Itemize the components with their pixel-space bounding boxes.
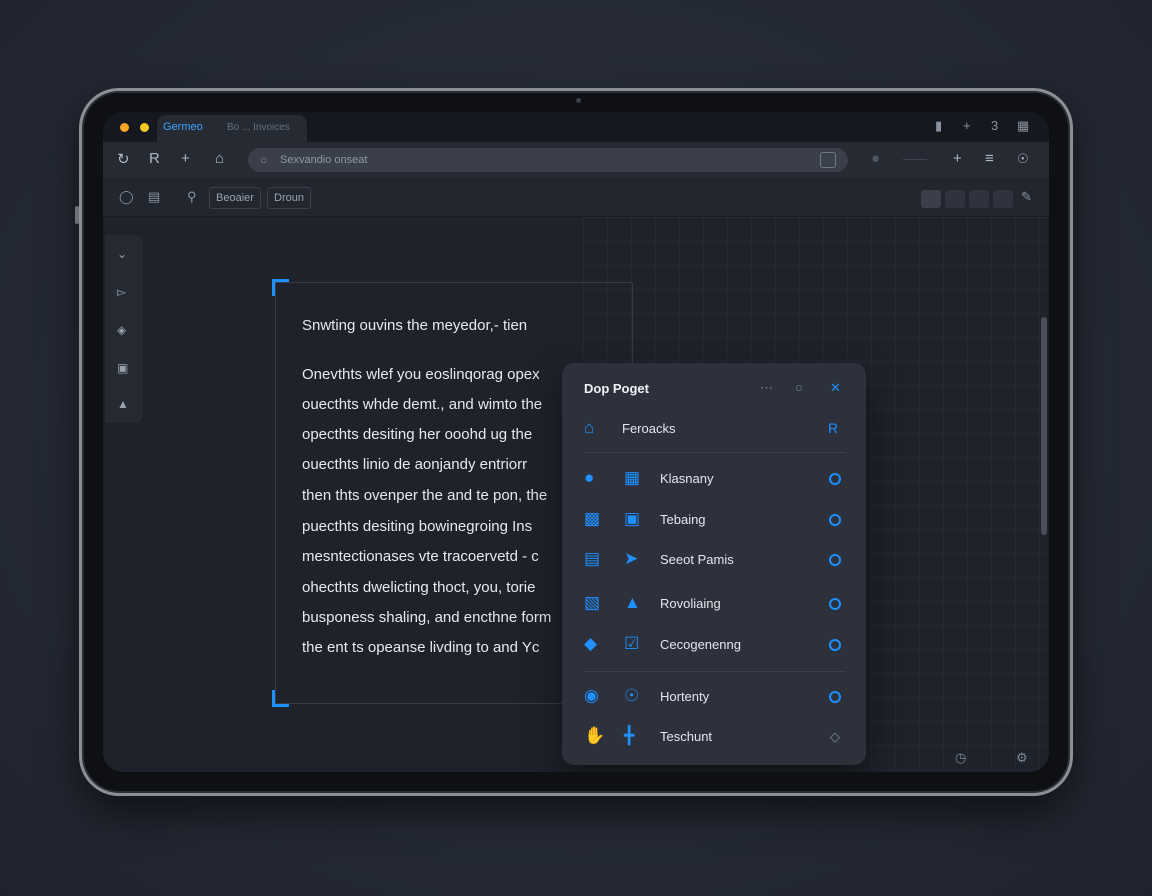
close-dot[interactable] bbox=[120, 123, 129, 132]
panel-item-label: Teschunt bbox=[660, 729, 713, 744]
left-sidebar: ⌄ ▻ ◈ ▣ ▲ bbox=[105, 235, 143, 423]
send-icon: ➤ bbox=[624, 549, 639, 568]
panel-item-label: Seeot Pamis bbox=[660, 552, 734, 567]
checkbox-icon: ☑ bbox=[624, 634, 640, 653]
image-icon: ▣ bbox=[624, 509, 641, 528]
close-icon[interactable]: ✕ bbox=[830, 380, 841, 396]
more-icon[interactable]: ⋯ bbox=[760, 380, 773, 396]
toolbar-button-1[interactable] bbox=[921, 190, 941, 208]
new-tab-icon[interactable]: + bbox=[963, 118, 971, 133]
radio-option[interactable] bbox=[829, 514, 841, 526]
divider bbox=[584, 452, 846, 453]
bookmark-1[interactable]: Beoaier bbox=[209, 187, 261, 209]
globe-icon: ☉ bbox=[624, 686, 640, 705]
add-icon[interactable]: + bbox=[181, 150, 190, 167]
tag-icon[interactable]: ▻ bbox=[117, 285, 126, 299]
address-bar: ↻ R + ⌂ ○ Sexvandio onseat ● + ≡ ☉ bbox=[103, 142, 1049, 178]
settings-icon[interactable]: ☉ bbox=[1017, 151, 1029, 167]
eye-icon: ◆ bbox=[584, 634, 598, 653]
bookmark-2[interactable]: Droun bbox=[267, 187, 311, 209]
menu-icon[interactable]: ≡ bbox=[985, 150, 994, 167]
side-button bbox=[75, 206, 79, 224]
panel-item-label: Cecogenenng bbox=[660, 637, 741, 652]
tab-active[interactable]: Germeo Bo ... Invoices bbox=[157, 115, 307, 142]
divider-line bbox=[903, 159, 927, 160]
pen-icon[interactable]: ✎ bbox=[1021, 189, 1032, 205]
window-menu-icon[interactable]: ▦ bbox=[1017, 118, 1029, 134]
main-content: ⌄ ▻ ◈ ▣ ▲ Snwting ouvins the meyedor,- t… bbox=[103, 217, 1049, 772]
profile-icon[interactable]: R bbox=[149, 150, 160, 167]
camera bbox=[576, 98, 581, 103]
pin-icon[interactable]: ○ bbox=[795, 380, 803, 395]
shield-icon[interactable]: ◯ bbox=[119, 189, 134, 205]
search-icon[interactable]: ⚲ bbox=[187, 189, 197, 205]
sidebar-toggle-icon[interactable]: ▤ bbox=[148, 189, 160, 205]
tab-count-icon[interactable]: 3 bbox=[991, 118, 998, 133]
settings-icon[interactable]: ⚙ bbox=[1016, 750, 1028, 766]
panel-item-label: Klasnany bbox=[660, 471, 714, 486]
document-icon: ▧ bbox=[584, 593, 601, 612]
radio-option[interactable] bbox=[829, 598, 841, 610]
reader-mode-icon[interactable] bbox=[820, 152, 836, 168]
panel-header-label: Feroacks bbox=[622, 421, 676, 436]
hand-icon: ✋ bbox=[584, 726, 606, 745]
tab-subtitle: Bo ... Invoices bbox=[227, 122, 290, 133]
radio-option[interactable] bbox=[829, 691, 841, 703]
diamond-icon[interactable]: ◇ bbox=[830, 729, 840, 745]
radio-option[interactable] bbox=[829, 473, 841, 485]
toolbar-button-2[interactable] bbox=[945, 190, 965, 208]
panel-item[interactable]: ● ▦ Klasnany bbox=[562, 464, 866, 494]
panel-item[interactable]: ▧ ▲ Rovoliaing bbox=[562, 589, 866, 619]
chat-bubble-icon: ● bbox=[584, 468, 595, 487]
url-text: Sexvandio onseat bbox=[280, 154, 368, 166]
corner-marker bbox=[272, 690, 289, 707]
panel-item[interactable]: ▩ ▣ Tebaing bbox=[562, 505, 866, 535]
layout-icon: ╋ bbox=[624, 726, 635, 745]
browser-window: Germeo Bo ... Invoices ▮ + 3 ▦ ↻ R + ⌂ ○… bbox=[103, 112, 1049, 772]
bookmarks-bar: ◯ ▤ ⚲ Beoaier Droun ✎ bbox=[103, 178, 1049, 217]
panel-item-label: Tebaing bbox=[660, 512, 706, 527]
clock-icon[interactable]: ◷ bbox=[955, 750, 966, 766]
panel-item[interactable]: ◉ ☉ Hortenty bbox=[562, 682, 866, 712]
box-icon[interactable]: ▣ bbox=[117, 361, 128, 375]
panel-item-label: Rovoliaing bbox=[660, 596, 721, 611]
panel-header-badge: R bbox=[828, 420, 839, 436]
minimize-dot[interactable] bbox=[140, 123, 149, 132]
shield-icon: ▩ bbox=[584, 509, 601, 528]
url-field[interactable]: ○ Sexvandio onseat bbox=[248, 148, 848, 172]
scrollbar[interactable] bbox=[1041, 317, 1047, 535]
sliders-icon[interactable]: ◈ bbox=[117, 323, 126, 337]
toolbar-button-3[interactable] bbox=[969, 190, 989, 208]
tab-title: Germeo bbox=[163, 121, 203, 133]
corner-marker bbox=[272, 279, 289, 296]
panel-title: Dop Poget bbox=[584, 381, 649, 396]
extension-icon[interactable]: ● bbox=[871, 150, 880, 167]
message-lines-icon: ▤ bbox=[584, 549, 601, 568]
popup-panel: Dop Poget ⋯ ○ ✕ ⌂ Feroacks R ● ▦ Klasnan… bbox=[562, 363, 866, 765]
document-heading: Snwting ouvins the meyedor,- tien bbox=[302, 317, 528, 334]
toolbar-button-4[interactable] bbox=[993, 190, 1013, 208]
divider bbox=[584, 671, 846, 672]
location-pin-icon: ◉ bbox=[584, 686, 599, 705]
radio-option[interactable] bbox=[829, 554, 841, 566]
panel-item[interactable]: ▤ ➤ Seeot Pamis bbox=[562, 545, 866, 575]
panel-item[interactable]: ◆ ☑ Cecogenenng bbox=[562, 630, 866, 660]
plus-icon[interactable]: + bbox=[953, 150, 962, 167]
panel-item[interactable]: ✋ ╋ Teschunt ◇ bbox=[562, 722, 866, 752]
tab-bar: Germeo Bo ... Invoices ▮ + 3 ▦ bbox=[103, 112, 1049, 142]
home-icon: ⌂ bbox=[584, 418, 595, 437]
cube-icon[interactable]: ▲ bbox=[117, 397, 129, 411]
panel-header-row[interactable]: ⌂ Feroacks R bbox=[562, 414, 866, 444]
chevron-down-icon[interactable]: ⌄ bbox=[117, 247, 127, 261]
tab-list-icon[interactable]: ▮ bbox=[935, 118, 942, 134]
panel-item-label: Hortenty bbox=[660, 689, 710, 704]
radio-option[interactable] bbox=[829, 639, 841, 651]
tablet-frame: Germeo Bo ... Invoices ▮ + 3 ▦ ↻ R + ⌂ ○… bbox=[75, 88, 1073, 796]
home-icon[interactable]: ⌂ bbox=[215, 150, 224, 167]
reload-icon[interactable]: ↻ bbox=[117, 150, 130, 168]
drop-icon: ▲ bbox=[624, 593, 641, 612]
grid-window-icon: ▦ bbox=[624, 468, 641, 487]
lock-icon: ○ bbox=[260, 153, 268, 167]
